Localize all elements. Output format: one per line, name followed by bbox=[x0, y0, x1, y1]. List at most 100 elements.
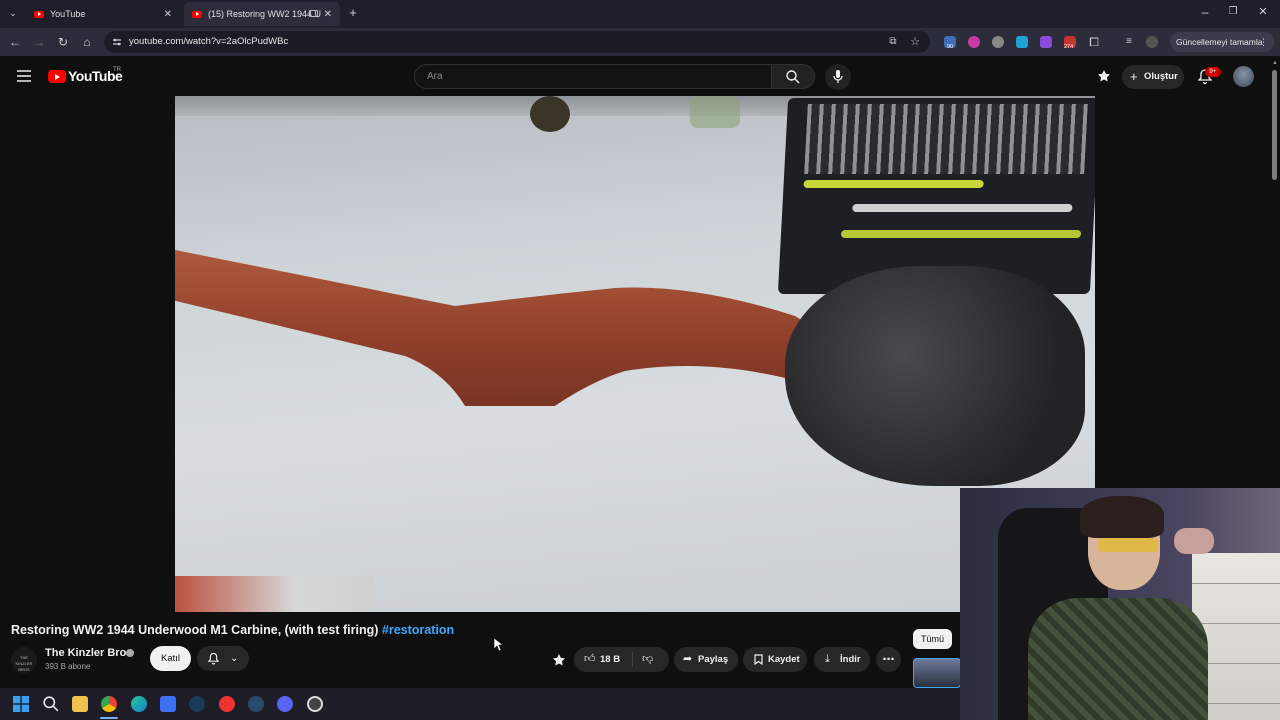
restore-window-icon[interactable]: ❐ bbox=[1226, 5, 1240, 19]
home-icon[interactable]: ⌂ bbox=[80, 35, 94, 49]
voice-search-button[interactable] bbox=[825, 64, 851, 90]
scroll-up-arrow-icon[interactable]: ▲ bbox=[1272, 60, 1278, 66]
video-scene-bits bbox=[804, 104, 1088, 174]
close-tab-icon[interactable]: ✕ bbox=[164, 9, 172, 20]
share-arrow-icon: ➦ bbox=[683, 653, 693, 665]
address-bar[interactable]: youtube.com/watch?v=2aOlcPudWBc ⧉ ☆ bbox=[104, 31, 930, 53]
extension-3-icon[interactable] bbox=[992, 36, 1004, 48]
browser-toolbar: ← → ↻ ⌂ youtube.com/watch?v=2aOlcPudWBc … bbox=[0, 28, 1280, 56]
install-app-icon[interactable]: ⧉ bbox=[886, 35, 900, 49]
extension-badge: 90 bbox=[947, 44, 954, 50]
plus-icon: + bbox=[1130, 69, 1138, 84]
video-scene-rag bbox=[175, 576, 375, 612]
hashtag-link[interactable]: #restoration bbox=[382, 623, 454, 637]
join-label: Katıl bbox=[160, 653, 180, 664]
steam-alt-icon[interactable] bbox=[248, 696, 264, 712]
thumbs-up-icon[interactable]: 👍︎ bbox=[584, 647, 596, 672]
extension-badge: 274 bbox=[1064, 44, 1074, 50]
picture-in-picture-icon[interactable] bbox=[309, 10, 318, 17]
windows-taskbar bbox=[0, 688, 960, 720]
create-button[interactable]: + Oluştur bbox=[1122, 65, 1184, 89]
back-arrow-icon[interactable]: ← bbox=[8, 35, 22, 49]
filter-chip-all[interactable]: Tümü bbox=[913, 629, 952, 649]
ask-ai-sparkle-icon[interactable] bbox=[552, 653, 566, 667]
download-button[interactable]: ⤓ İndir bbox=[814, 647, 870, 672]
bookmark-star-icon[interactable]: ☆ bbox=[908, 35, 922, 49]
search-button[interactable] bbox=[771, 64, 815, 89]
tab-label: YouTube bbox=[50, 9, 86, 19]
search-placeholder: Ara bbox=[427, 71, 443, 82]
premium-star-icon[interactable] bbox=[1097, 69, 1111, 83]
search-input[interactable]: Ara bbox=[414, 64, 772, 89]
menu-kebab-icon[interactable]: ⋮ bbox=[1259, 32, 1268, 52]
thumbs-down-icon[interactable]: 👎︎ bbox=[642, 647, 653, 672]
channel-avatar[interactable]: THE KINZLER BROS bbox=[11, 647, 37, 673]
reading-list-icon[interactable]: ≡ bbox=[1122, 35, 1136, 49]
tab-youtube[interactable]: YouTube ✕ bbox=[26, 2, 180, 26]
new-tab-plus-icon[interactable]: + bbox=[346, 6, 360, 20]
tab-label: (15) Restoring WW2 1944 U bbox=[208, 9, 322, 19]
profile-icon[interactable] bbox=[1146, 36, 1158, 48]
share-label: Paylaş bbox=[698, 654, 729, 665]
yandex-icon[interactable] bbox=[219, 696, 235, 712]
join-button[interactable]: Katıl bbox=[150, 646, 191, 671]
discord-icon[interactable] bbox=[277, 696, 293, 712]
subscription-bell-button[interactable]: ⌄ bbox=[197, 646, 249, 671]
page-scrollbar[interactable] bbox=[1272, 70, 1277, 180]
chrome-icon[interactable] bbox=[101, 696, 117, 712]
tab-video[interactable]: (15) Restoring WW2 1944 U ✕ bbox=[184, 2, 340, 26]
youtube-logo-icon[interactable] bbox=[48, 70, 66, 83]
file-explorer-icon[interactable] bbox=[72, 696, 88, 712]
update-label: Güncellemeyi tamamla bbox=[1176, 37, 1263, 47]
save-label: Kaydet bbox=[768, 654, 800, 665]
subscriber-count: 393 B abone bbox=[45, 662, 91, 671]
search-icon[interactable] bbox=[43, 696, 59, 712]
url-text: youtube.com/watch?v=2aOlcPudWBc bbox=[129, 36, 289, 47]
download-arrow-icon: ⤓ bbox=[825, 653, 830, 665]
microphone-icon bbox=[833, 70, 843, 83]
update-browser-button[interactable]: Güncellemeyi tamamla ⋮ bbox=[1170, 32, 1274, 52]
close-tab-icon[interactable]: ✕ bbox=[324, 9, 332, 20]
video-title: Restoring WW2 1944 Underwood M1 Carbine,… bbox=[11, 623, 454, 637]
forward-arrow-icon[interactable]: → bbox=[32, 35, 46, 49]
youtube-favicon-icon bbox=[192, 10, 202, 18]
drawer-divider bbox=[1192, 623, 1280, 624]
edge-icon[interactable] bbox=[131, 696, 147, 712]
extensions-puzzle-icon[interactable]: ⧠ bbox=[1087, 35, 1101, 49]
video-title-text: Restoring WW2 1944 Underwood M1 Carbine,… bbox=[11, 623, 379, 637]
video-scene-rifle-stock bbox=[175, 250, 845, 406]
hamburger-menu-icon[interactable] bbox=[17, 70, 31, 82]
channel-avatar-text: THE KINZLER BROS bbox=[15, 655, 33, 672]
bell-icon bbox=[208, 652, 219, 665]
browser-tab-strip: ⌄ YouTube ✕ (15) Restoring WW2 1944 U ✕ … bbox=[0, 0, 1280, 28]
extension-5-icon[interactable] bbox=[1040, 36, 1052, 48]
settings-gear-icon[interactable] bbox=[307, 696, 323, 712]
channel-name[interactable]: The Kinzler Bros bbox=[45, 647, 132, 659]
site-info-icon[interactable] bbox=[112, 37, 122, 47]
share-button[interactable]: ➦ Paylaş bbox=[674, 647, 738, 672]
windows-start-icon[interactable] bbox=[13, 696, 29, 712]
recommended-video-thumbnail[interactable] bbox=[913, 658, 961, 688]
filter-chip-label: Tümü bbox=[920, 634, 944, 644]
tab-search-chevron-icon[interactable]: ⌄ bbox=[6, 6, 20, 20]
download-label: İndir bbox=[840, 654, 861, 665]
extension-2-icon[interactable] bbox=[968, 36, 980, 48]
youtube-favicon-icon bbox=[34, 10, 44, 18]
save-button[interactable]: Kaydet bbox=[743, 647, 807, 672]
close-window-icon[interactable]: ✕ bbox=[1256, 5, 1270, 19]
verified-check-icon bbox=[126, 649, 134, 657]
video-player[interactable] bbox=[175, 96, 1095, 612]
minimize-icon[interactable]: – bbox=[1198, 5, 1212, 19]
create-label: Oluştur bbox=[1144, 71, 1178, 82]
store-icon[interactable] bbox=[160, 696, 176, 712]
like-count[interactable]: 18 B bbox=[600, 647, 620, 672]
more-actions-icon[interactable]: ⋯ bbox=[876, 647, 901, 672]
extension-4-icon[interactable] bbox=[1016, 36, 1028, 48]
steam-icon[interactable] bbox=[189, 696, 205, 712]
webcam-person-glasses bbox=[1098, 538, 1158, 552]
active-app-indicator bbox=[100, 717, 118, 719]
reload-icon[interactable]: ↻ bbox=[56, 35, 70, 49]
user-avatar[interactable] bbox=[1233, 66, 1254, 87]
webcam-person-torso bbox=[1028, 598, 1208, 720]
webcam-person-hair bbox=[1080, 496, 1164, 538]
